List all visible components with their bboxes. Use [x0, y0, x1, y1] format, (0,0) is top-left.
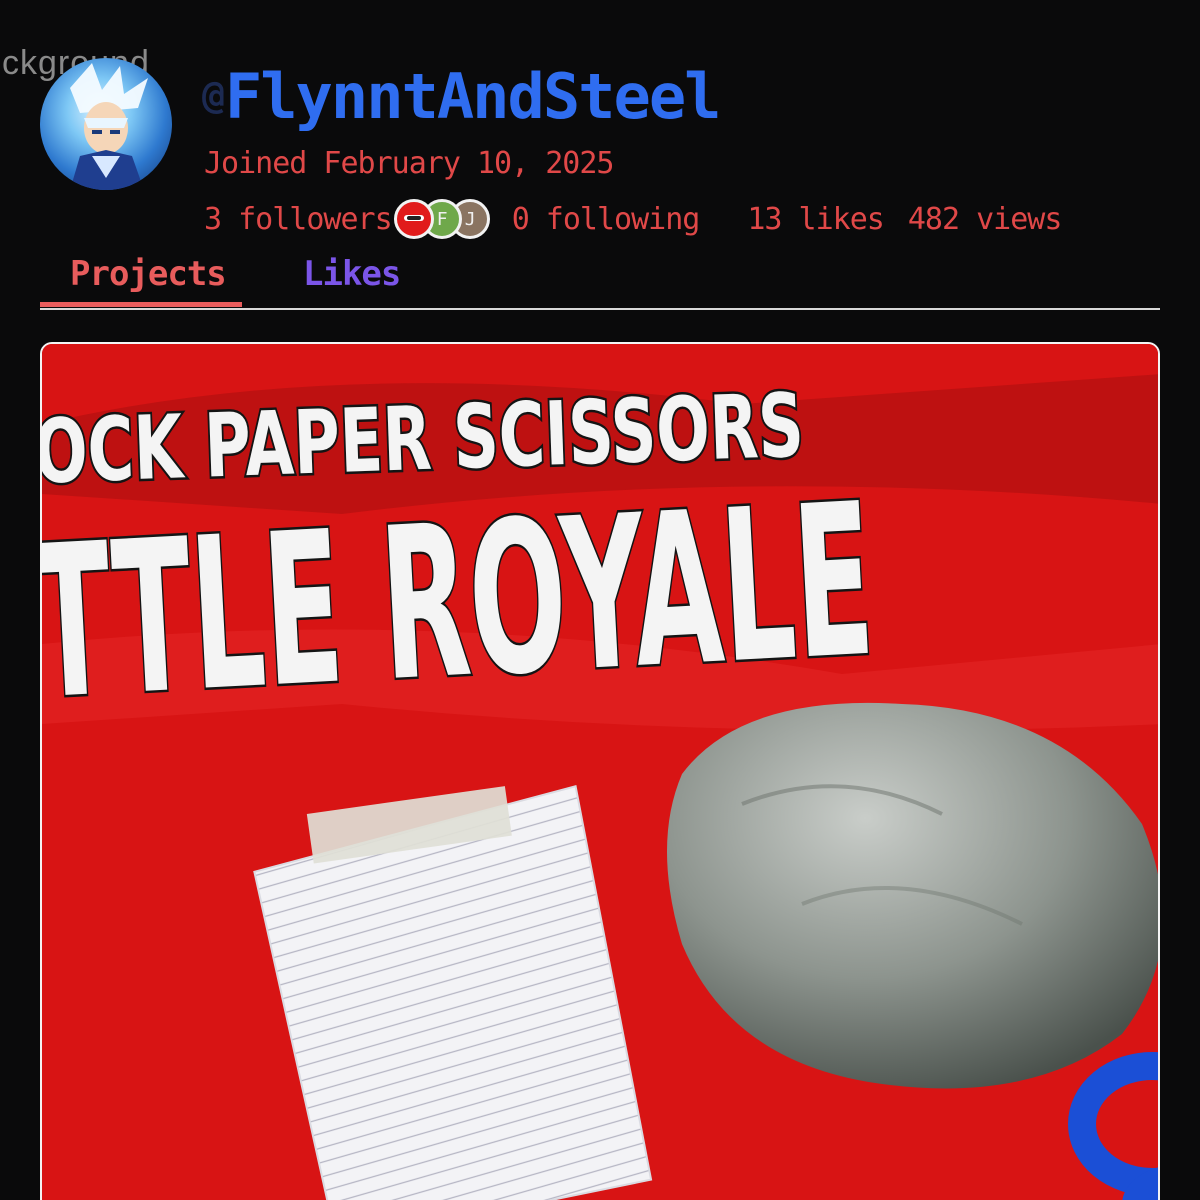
username-heading: @FlynntAndSteel [202, 60, 722, 133]
profile-tabs: Projects Likes [40, 250, 1160, 310]
username: FlynntAndSteel [224, 60, 722, 133]
face-icon [400, 206, 427, 232]
active-tab-indicator [40, 302, 242, 307]
profile-avatar [40, 58, 172, 190]
joined-date: Joined February 10, 2025 [204, 146, 614, 181]
anime-character-avatar-icon [70, 63, 148, 190]
handle-prefix: @ [202, 73, 225, 117]
views-count: 482 views [907, 201, 1063, 237]
followers-link[interactable]: 3 followers [204, 202, 393, 237]
project-thumbnail: OCK PAPER SCISSORS TTLE ROYALE [42, 344, 1158, 1200]
project-card[interactable]: OCK PAPER SCISSORS TTLE ROYALE [40, 342, 1160, 1200]
follower-avatars[interactable]: F J [393, 199, 490, 239]
thumbnail-title-line2: TTLE ROYALE [42, 458, 879, 747]
follower-avatar[interactable] [393, 199, 434, 239]
tab-projects[interactable]: Projects [70, 254, 227, 294]
tab-likes[interactable]: Likes [303, 254, 401, 294]
following-link[interactable]: 0 following [512, 202, 701, 237]
likes-count: 13 likes [747, 201, 884, 237]
profile-stats: 3 followers F J 0 following 13 likes 482… [204, 199, 1063, 239]
